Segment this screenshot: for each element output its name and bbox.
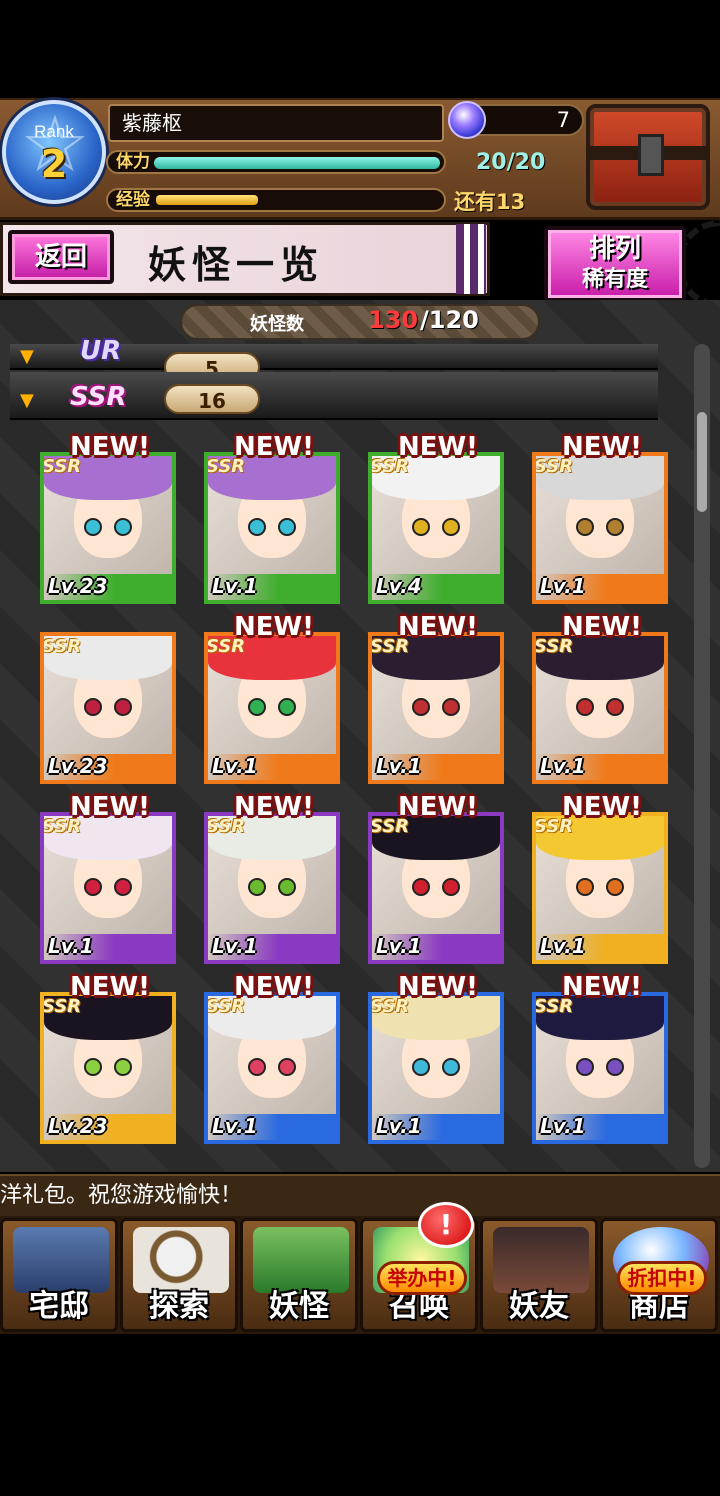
new-badge: NEW!	[397, 972, 479, 1002]
nav-label: 妖友	[509, 1289, 569, 1324]
yokai-card[interactable]: SSR Lv.1	[204, 632, 340, 784]
rarity-tag: SSR	[42, 636, 82, 657]
news-ticker: 洋礼包。祝您游戏愉快！	[0, 1174, 720, 1216]
yokai-card[interactable]: SSR Lv.1	[368, 812, 504, 964]
portrait-eyes	[248, 1058, 296, 1076]
portrait-eyes	[248, 878, 296, 896]
portrait-eyes	[248, 698, 296, 716]
yokai-card[interactable]: SSR Lv.1	[532, 992, 668, 1144]
new-badge: NEW!	[69, 432, 151, 462]
portrait-eyes	[412, 1058, 460, 1076]
portrait-eyes	[84, 518, 132, 536]
card-level: Lv.23	[48, 574, 108, 598]
nav-label: 妖怪	[269, 1289, 329, 1324]
new-badge: NEW!	[233, 792, 315, 822]
yokai-card[interactable]: SSR Lv.1	[40, 812, 176, 964]
yokai-card[interactable]: SSR Lv.23	[40, 992, 176, 1144]
card-level: Lv.1	[376, 1114, 422, 1138]
portrait-eyes	[248, 518, 296, 536]
new-badge: NEW!	[561, 972, 643, 1002]
new-badge: NEW!	[397, 432, 479, 462]
card-level: Lv.1	[540, 754, 586, 778]
card-level: Lv.1	[540, 1114, 586, 1138]
new-badge: NEW!	[561, 612, 643, 642]
portrait-eyes	[576, 518, 624, 536]
yokai-card[interactable]: SSR Lv.1	[368, 992, 504, 1144]
portrait-eyes	[576, 698, 624, 716]
yokai-card[interactable]: SSR Lv.1	[204, 812, 340, 964]
nav-label: 宅邸	[29, 1289, 89, 1324]
new-badge: NEW!	[561, 432, 643, 462]
nav-button-mansion[interactable]: 宅邸	[0, 1218, 118, 1332]
card-level: Lv.1	[540, 934, 586, 958]
new-badge: NEW!	[233, 432, 315, 462]
summon-alert-badge: !	[418, 1202, 474, 1248]
portrait-eyes	[84, 698, 132, 716]
new-badge: NEW!	[561, 792, 643, 822]
portrait-eyes	[576, 878, 624, 896]
nav-button-magnifier-map[interactable]: 探索	[120, 1218, 238, 1332]
yokai-card[interactable]: SSR Lv.23	[40, 632, 176, 784]
yokai-card-grid: SSR Lv.23 NEW! SSR Lv.1 NEW! SSR Lv.4 NEW! SSR Lv.…	[0, 0, 720, 1170]
card-level: Lv.1	[48, 934, 94, 958]
yokai-card[interactable]: SSR Lv.1	[368, 632, 504, 784]
nav-event-badge: 举办中!	[377, 1261, 467, 1295]
portrait-eyes	[412, 878, 460, 896]
card-level: Lv.1	[212, 1114, 258, 1138]
card-level: Lv.23	[48, 754, 108, 778]
portrait-eyes	[84, 878, 132, 896]
new-badge: NEW!	[397, 792, 479, 822]
card-level: Lv.1	[212, 934, 258, 958]
nav-button-yokai-scroll[interactable]: 妖怪	[240, 1218, 358, 1332]
yokai-card[interactable]: SSR Lv.23	[40, 452, 176, 604]
card-level: Lv.1	[376, 754, 422, 778]
card-level: Lv.23	[48, 1114, 108, 1138]
nav-event-badge: 折扣中!	[617, 1261, 707, 1295]
yokai-card[interactable]: SSR Lv.1	[204, 992, 340, 1144]
new-badge: NEW!	[69, 972, 151, 1002]
card-level: Lv.4	[376, 574, 422, 598]
portrait-eyes	[84, 1058, 132, 1076]
game-screen: { "player": { "rank_label": "Rank", "ran…	[0, 0, 720, 1496]
nav-button-friend-catgirl[interactable]: 妖友	[480, 1218, 598, 1332]
yokai-card[interactable]: SSR Lv.1	[532, 632, 668, 784]
nav-label: 探索	[149, 1289, 209, 1324]
card-level: Lv.1	[376, 934, 422, 958]
new-badge: NEW!	[233, 612, 315, 642]
card-level: Lv.1	[212, 574, 258, 598]
yokai-card[interactable]: SSR Lv.1	[532, 812, 668, 964]
yokai-card[interactable]: SSR Lv.1	[204, 452, 340, 604]
new-badge: NEW!	[397, 612, 479, 642]
yokai-card[interactable]: SSR Lv.4	[368, 452, 504, 604]
portrait-eyes	[412, 518, 460, 536]
new-badge: NEW!	[69, 792, 151, 822]
card-level: Lv.1	[540, 574, 586, 598]
portrait-eyes	[412, 698, 460, 716]
portrait-eyes	[576, 1058, 624, 1076]
yokai-card[interactable]: SSR Lv.1	[532, 452, 668, 604]
new-badge: NEW!	[233, 972, 315, 1002]
nav-button-shop-orb[interactable]: 折扣中! 商店	[600, 1218, 718, 1332]
card-level: Lv.1	[212, 754, 258, 778]
